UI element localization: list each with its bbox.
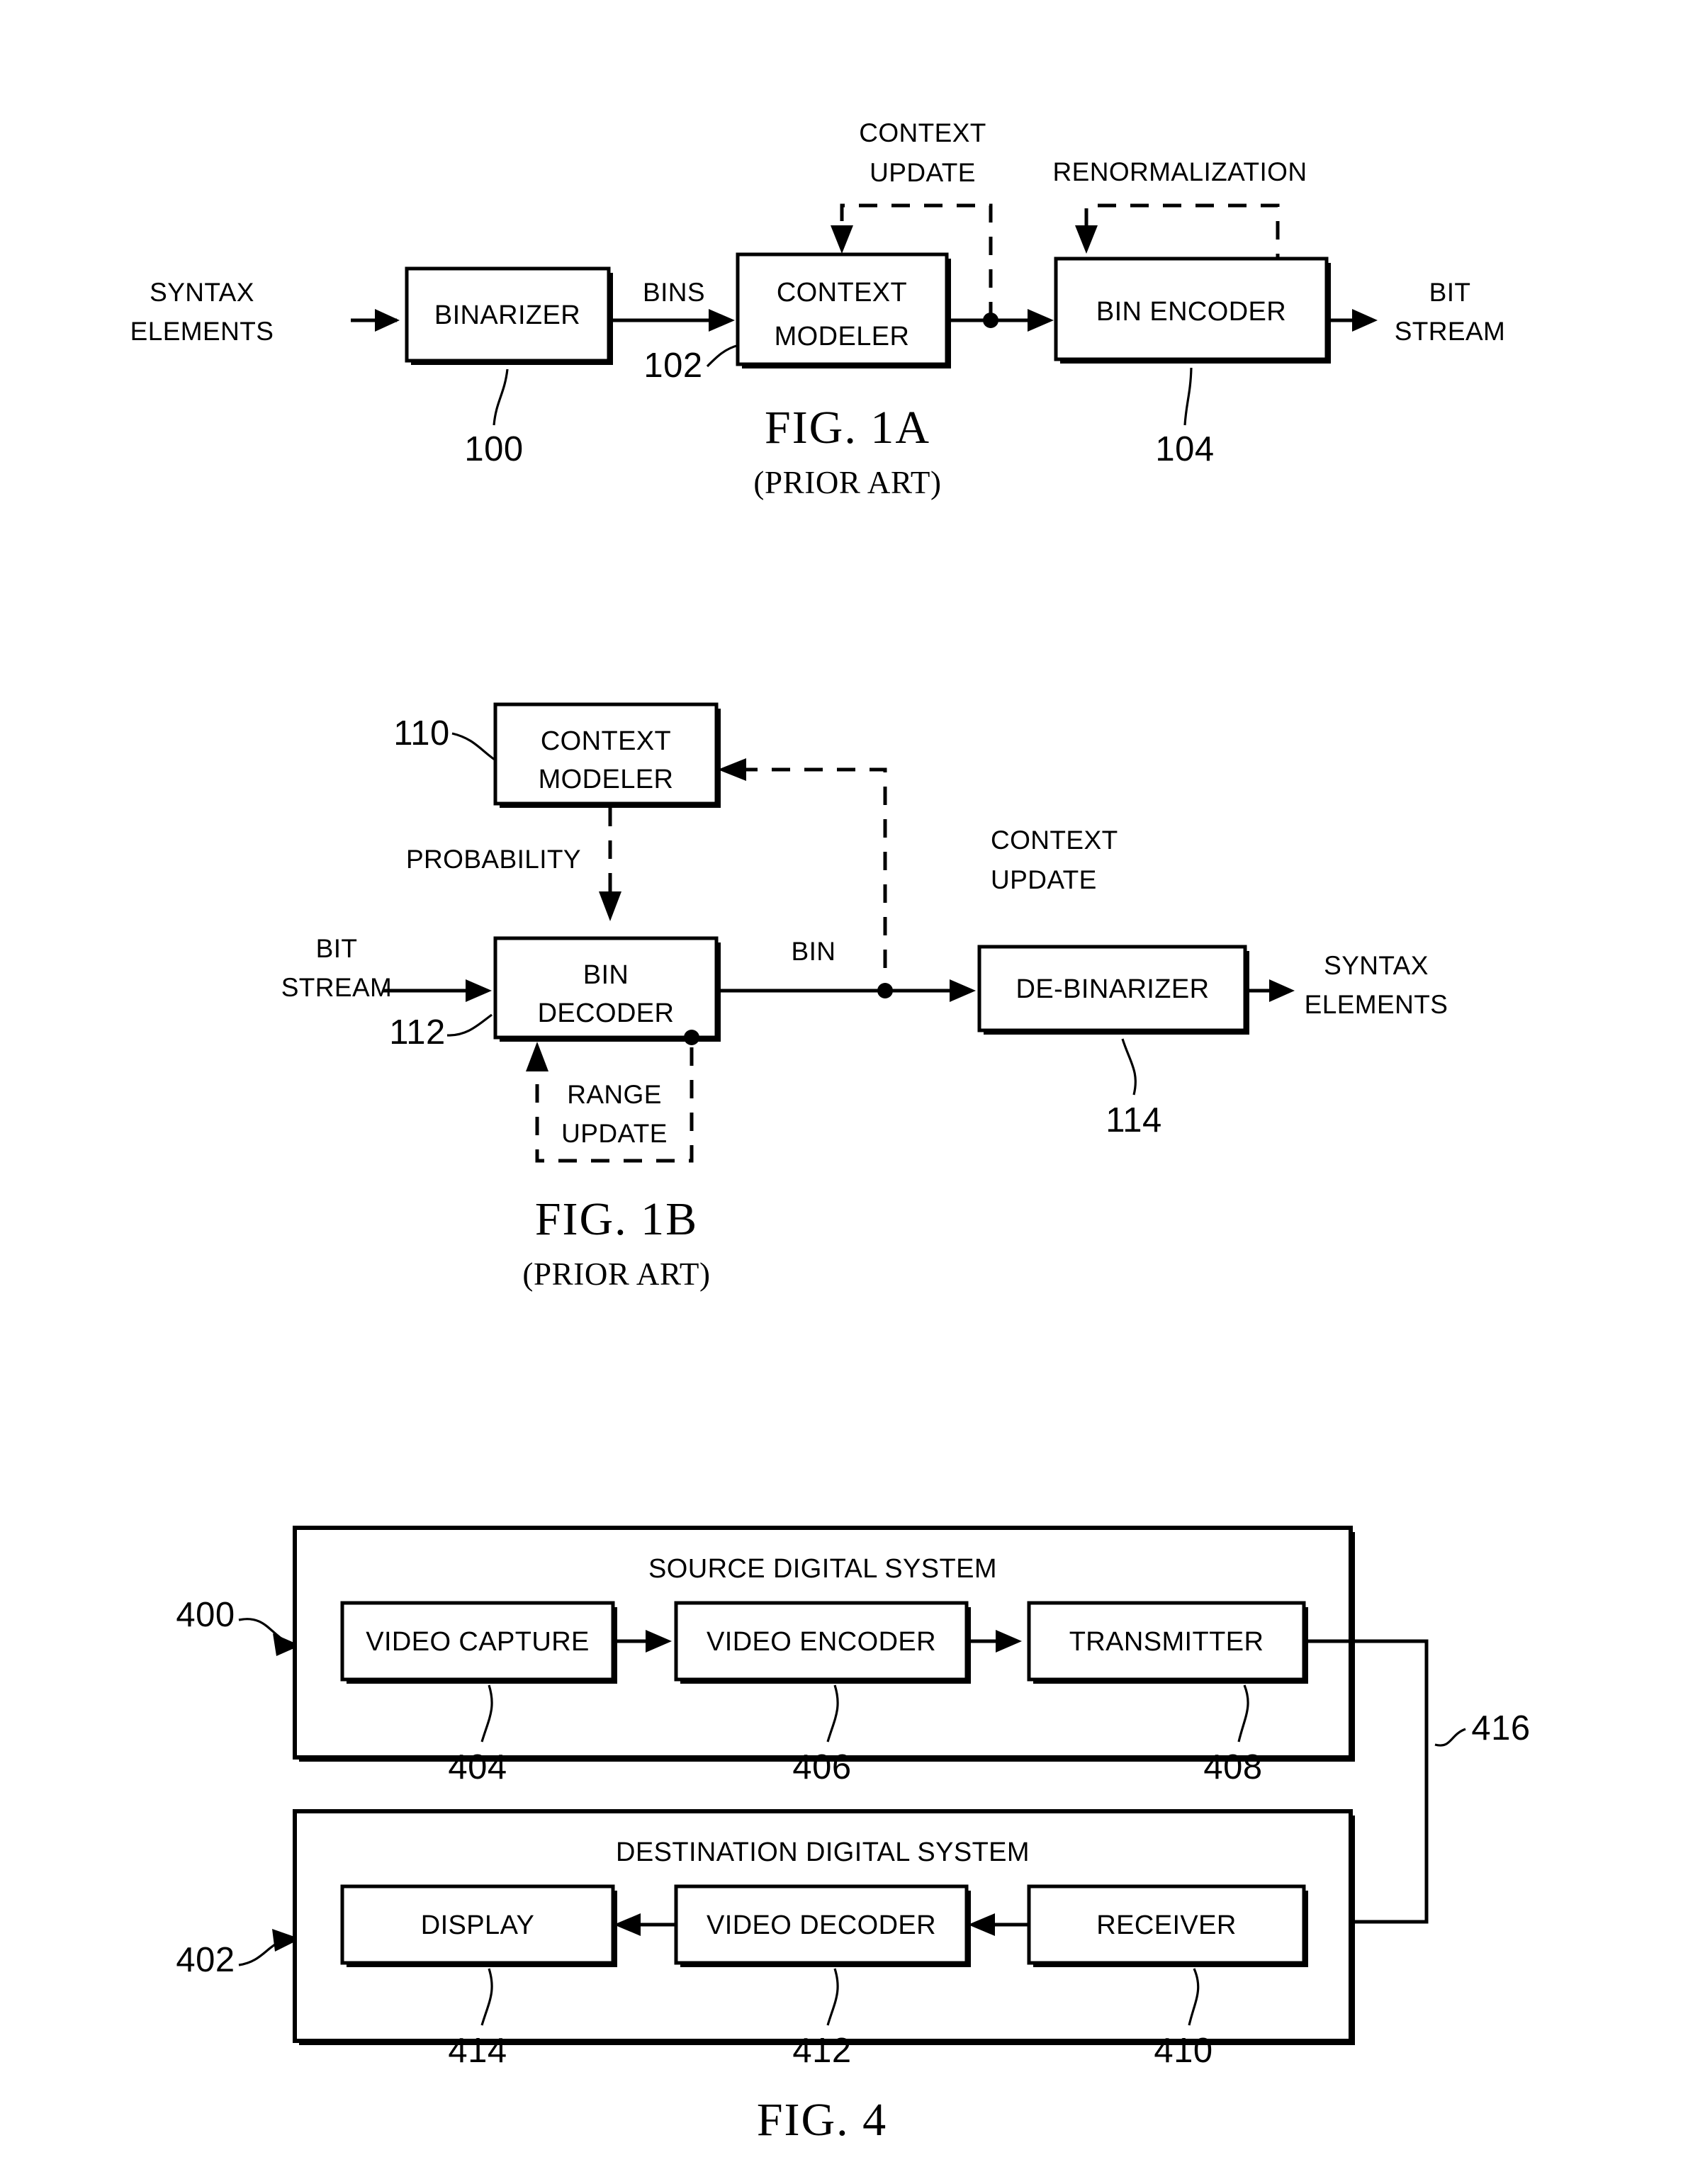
fig1b-context-modeler-label-line1: CONTEXT [541,726,671,756]
fig1b-context-modeler-label-line2: MODELER [539,765,674,794]
fig1b-context-update-line1: CONTEXT [991,826,1118,855]
fig4-ref-400: 400 [176,1596,235,1634]
fig4-leader-416 [1434,1728,1466,1747]
fig1a-arrowhead-context-update [831,225,853,254]
fig4-transmitter-label: TRANSMITTER [1069,1627,1264,1657]
fig1b-de-binarizer-label: DE-BINARIZER [1016,974,1210,1004]
fig1b-ref-112: 112 [389,1013,446,1052]
fig1a-arrowhead-encoder-in [1028,309,1054,332]
fig4-video-encoder-label: VIDEO ENCODER [707,1627,936,1657]
fig1b-bit-stream-line1: BIT [316,934,358,963]
fig1a-arrowhead-syntax [375,309,400,332]
fig1b-ref-114: 114 [1105,1101,1162,1139]
fig4-ref-414: 414 [448,2032,507,2070]
fig1a-caption: FIG. 1A [765,402,930,454]
fig4-video-decoder-label: VIDEO DECODER [707,1910,936,1940]
fig1b-leader-114 [1121,1038,1137,1096]
fig1a-arrowhead-renormalization [1075,225,1098,254]
fig1a-leader-102 [706,344,740,368]
fig1b-arrowhead-bitstream-in [466,979,492,1002]
fig4-destination-system-title: DESTINATION DIGITAL SYSTEM [616,1837,1030,1867]
figure-1b: 110 CONTEXT MODELER CONTEXT UPDATE PROBA… [281,702,1448,1292]
fig1a-leader-100 [493,368,509,426]
fig1a-ref-104: 104 [1155,430,1214,468]
fig1b-junction-dot-range [684,1030,699,1045]
fig1a-bit-stream-line1: BIT [1429,278,1471,307]
fig1a-context-modeler-label-line1: CONTEXT [777,278,907,308]
fig4-ref-412: 412 [792,2032,851,2070]
fig1a-binarizer-label: BINARIZER [434,300,580,330]
fig4-ref-408: 408 [1203,1748,1262,1786]
fig1a-ref-102: 102 [643,347,702,385]
fig4-receiver-label: RECEIVER [1096,1910,1236,1940]
fig1a-leader-104 [1183,367,1193,426]
fig1b-subcaption: (PRIOR ART) [522,1256,710,1292]
fig1a-junction-dot-bins [983,313,998,328]
fig1b-leader-110 [451,732,495,761]
fig1b-arrowhead-debin-in [950,979,976,1002]
fig1a-ref-100: 100 [464,430,523,468]
fig1a-bin-encoder-label: BIN ENCODER [1096,297,1286,327]
fig1b-context-update-line2: UPDATE [991,865,1097,894]
fig1b-syntax-elements-line1: SYNTAX [1324,951,1429,980]
fig1b-ref-110: 110 [393,714,450,753]
fig4-source-system-title: SOURCE DIGITAL SYSTEM [648,1554,997,1584]
fig1b-bin-label: BIN [792,937,836,966]
fig4-ref-404: 404 [448,1748,507,1786]
fig1a-bins-label: BINS [643,278,705,307]
figure-1a: SYNTAX ELEMENTS BINARIZER 100 BINS 102 C… [130,118,1506,500]
fig1b-bin-decoder-label-line2: DECODER [538,998,675,1028]
fig1a-context-update-line1: CONTEXT [859,118,986,147]
fig1a-context-modeler-label-line2: MODELER [775,322,910,351]
fig1b-arrowhead-range-update [526,1042,548,1071]
fig1b-range-update-line1: RANGE [567,1080,662,1109]
fig1b-arrowhead-probability [599,891,621,921]
fig1b-arrowhead-context-update [718,758,746,781]
fig4-ref-402: 402 [176,1941,235,1979]
fig1a-syntax-elements-line2: ELEMENTS [130,317,274,346]
fig1b-bit-stream-line2: STREAM [281,973,393,1002]
fig1a-context-update-line2: UPDATE [870,158,976,187]
fig1b-syntax-elements-line2: ELEMENTS [1305,990,1448,1019]
patent-drawing-sheet: SYNTAX ELEMENTS BINARIZER 100 BINS 102 C… [0,0,1688,2184]
fig1a-bit-stream-line2: STREAM [1395,317,1506,346]
fig4-ref-406: 406 [792,1748,851,1786]
fig4-video-capture-label: VIDEO CAPTURE [366,1627,590,1657]
fig1a-arrowhead-bins [709,309,735,332]
fig4-ref-410: 410 [1154,2032,1212,2070]
fig1a-renormalization-label: RENORMALIZATION [1053,157,1307,186]
fig4-caption: FIG. 4 [757,2094,887,2146]
fig1b-leader-112 [446,1013,493,1037]
fig1b-junction-dot-bin [877,983,893,998]
fig1a-syntax-elements-line1: SYNTAX [150,278,254,307]
fig1a-arrowhead-bitstream [1352,309,1378,332]
fig1b-probability-label: PROBABILITY [406,845,581,874]
fig4-display-label: DISPLAY [421,1910,535,1940]
fig1b-range-update-line2: UPDATE [561,1119,668,1148]
fig1b-arrowhead-syntax-out [1269,979,1295,1002]
figure-4: 400 SOURCE DIGITAL SYSTEM VIDEO CAPTURE … [176,1526,1530,2146]
fig1b-bin-decoder-label-line1: BIN [583,960,629,990]
fig1b-caption: FIG. 1B [535,1193,698,1245]
fig4-ref-416: 416 [1471,1709,1530,1747]
fig1a-subcaption: (PRIOR ART) [753,465,941,500]
